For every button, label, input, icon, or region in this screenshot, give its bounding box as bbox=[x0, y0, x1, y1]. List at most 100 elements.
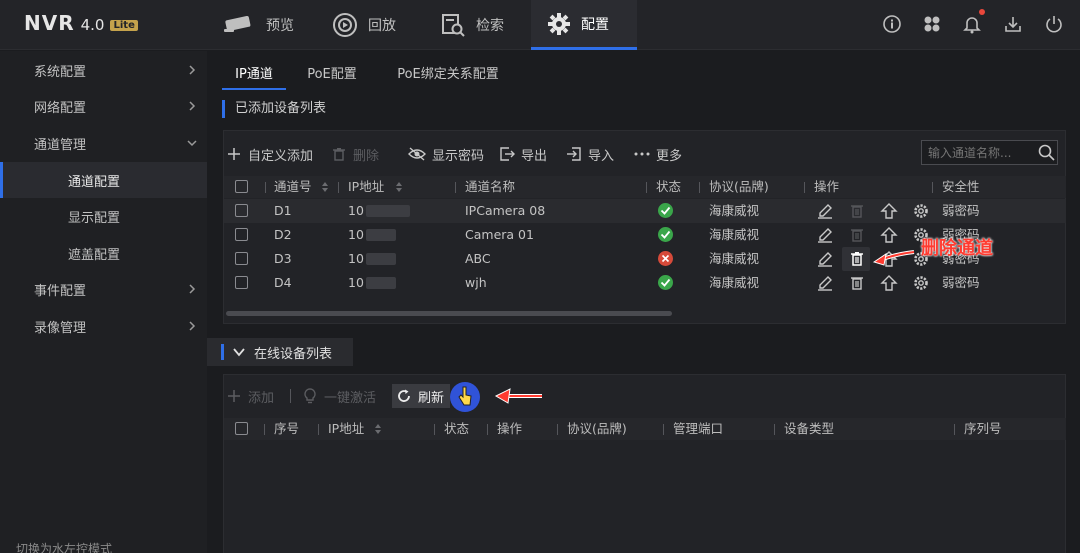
tab-poe-config[interactable]: PoE配置 bbox=[300, 62, 364, 90]
chevron-down-icon bbox=[187, 140, 197, 147]
bell-icon[interactable] bbox=[962, 14, 982, 34]
nav-tab-search[interactable]: 检索 bbox=[440, 0, 520, 50]
select-all-checkbox[interactable] bbox=[235, 422, 248, 435]
show-password-button[interactable]: 显示密码 bbox=[408, 139, 484, 169]
arrow-up-icon[interactable] bbox=[880, 226, 898, 248]
trash-icon bbox=[333, 148, 345, 161]
mode-switch-link[interactable]: 切换为水左控模式 bbox=[16, 540, 112, 553]
more-button[interactable]: 更多 bbox=[634, 139, 682, 169]
row-checkbox[interactable] bbox=[235, 276, 248, 289]
sort-icon[interactable] bbox=[374, 423, 382, 435]
sidebar-item-network[interactable]: 网络配置 bbox=[0, 88, 207, 124]
column-divider bbox=[264, 424, 265, 435]
column-divider bbox=[487, 424, 488, 435]
col-channel-no[interactable]: 通道号 bbox=[274, 176, 312, 198]
sidebar-item-channel-config[interactable]: 通道配置 bbox=[0, 162, 207, 198]
cell-protocol: 海康威视 bbox=[709, 227, 760, 242]
column-divider bbox=[932, 182, 933, 193]
sidebar-item-label: 通道管理 bbox=[34, 137, 87, 153]
row-checkbox[interactable] bbox=[235, 228, 248, 241]
power-icon[interactable] bbox=[1044, 14, 1064, 34]
edit-icon[interactable] bbox=[816, 250, 834, 272]
trash-icon[interactable] bbox=[848, 250, 866, 272]
col-device-type: 设备类型 bbox=[784, 421, 835, 436]
sidebar-item-system[interactable]: 系统配置 bbox=[0, 52, 207, 88]
search-record-icon bbox=[440, 12, 466, 38]
redacted-ip bbox=[366, 229, 396, 241]
col-ip[interactable]: IP地址 bbox=[328, 418, 364, 440]
info-icon[interactable] bbox=[882, 14, 902, 34]
cell-channel: D2 bbox=[274, 227, 292, 242]
export-button[interactable]: 导出 bbox=[499, 139, 547, 169]
trash-icon[interactable] bbox=[848, 274, 866, 296]
fan-icon[interactable] bbox=[922, 14, 942, 34]
sidebar-item-label: 显示配置 bbox=[68, 210, 121, 226]
refresh-icon bbox=[398, 389, 410, 402]
custom-add-button[interactable]: 自定义添加 bbox=[226, 139, 313, 169]
one-click-activate-button[interactable]: 一键激活 bbox=[302, 381, 376, 411]
section-accent-bar bbox=[221, 344, 224, 360]
edit-icon[interactable] bbox=[816, 202, 834, 224]
edit-icon[interactable] bbox=[816, 226, 834, 248]
delete-button[interactable]: 删除 bbox=[331, 139, 379, 169]
nav-tab-search-label: 检索 bbox=[476, 18, 504, 34]
nav-tab-config[interactable]: 配置 bbox=[531, 0, 637, 50]
cell-protocol: 海康威视 bbox=[709, 275, 760, 290]
col-security: 安全性 bbox=[942, 179, 980, 194]
nav-tab-playback-label: 回放 bbox=[368, 18, 396, 34]
cell-name: ABC bbox=[465, 251, 491, 266]
row-checkbox[interactable] bbox=[235, 252, 248, 265]
select-all-checkbox[interactable] bbox=[235, 180, 248, 193]
sidebar-item-channel-mgmt[interactable]: 通道管理 bbox=[0, 125, 207, 161]
tab-ip-channel[interactable]: IP通道 bbox=[222, 62, 286, 90]
chevron-right-icon bbox=[189, 284, 196, 294]
import-button[interactable]: 导入 bbox=[566, 139, 614, 169]
col-ip[interactable]: IP地址 bbox=[348, 176, 384, 198]
download-icon[interactable] bbox=[1003, 14, 1023, 34]
row-checkbox[interactable] bbox=[235, 204, 248, 217]
nav-tab-playback[interactable]: 回放 bbox=[332, 0, 412, 50]
trash-icon[interactable] bbox=[848, 226, 866, 248]
settings-gear-icon[interactable] bbox=[912, 202, 930, 224]
column-divider bbox=[699, 182, 700, 193]
column-divider bbox=[954, 424, 955, 435]
sidebar-item-record[interactable]: 录像管理 bbox=[0, 308, 207, 344]
sidebar-item-label: 录像管理 bbox=[34, 320, 87, 336]
arrow-up-icon[interactable] bbox=[880, 274, 898, 296]
show-password-label: 显示密码 bbox=[432, 148, 485, 164]
column-divider bbox=[804, 182, 805, 193]
import-icon bbox=[567, 147, 581, 161]
sidebar-item-label: 网络配置 bbox=[34, 100, 87, 116]
sort-icon[interactable] bbox=[395, 181, 403, 193]
trash-icon[interactable] bbox=[848, 202, 866, 224]
chevron-right-icon bbox=[189, 65, 196, 75]
export-label: 导出 bbox=[521, 148, 548, 164]
online-devices-header[interactable]: 在线设备列表 bbox=[207, 338, 353, 366]
add-device-label: 添加 bbox=[248, 390, 275, 406]
cell-name: wjh bbox=[465, 275, 487, 290]
redacted-ip bbox=[366, 205, 410, 217]
column-divider bbox=[663, 424, 664, 435]
one-click-activate-label: 一键激活 bbox=[324, 390, 377, 406]
sort-icon[interactable] bbox=[321, 181, 329, 193]
add-device-button[interactable]: 添加 bbox=[226, 381, 274, 411]
cell-name: IPCamera 08 bbox=[465, 203, 546, 218]
edit-icon[interactable] bbox=[816, 274, 834, 296]
column-divider bbox=[646, 182, 647, 193]
horizontal-scrollbar[interactable] bbox=[226, 311, 672, 316]
search-icon[interactable] bbox=[1038, 144, 1055, 161]
online-devices-title: 在线设备列表 bbox=[254, 346, 333, 362]
refresh-button[interactable]: 刷新 bbox=[392, 384, 450, 408]
sidebar-item-label: 遮盖配置 bbox=[68, 247, 121, 263]
sidebar-item-event[interactable]: 事件配置 bbox=[0, 271, 207, 307]
chevron-down-icon bbox=[233, 348, 245, 357]
nav-tab-preview[interactable]: 预览 bbox=[222, 0, 314, 50]
online-status-icon bbox=[658, 275, 673, 290]
tab-poe-binding[interactable]: PoE绑定关系配置 bbox=[394, 62, 502, 90]
col-name: 通道名称 bbox=[465, 179, 516, 194]
sidebar-item-mask-config[interactable]: 遮盖配置 bbox=[0, 235, 207, 271]
settings-gear-icon[interactable] bbox=[912, 274, 930, 296]
arrow-up-icon[interactable] bbox=[880, 202, 898, 224]
sidebar-item-display-config[interactable]: 显示配置 bbox=[0, 198, 207, 234]
sidebar-item-label: 系统配置 bbox=[34, 64, 87, 80]
